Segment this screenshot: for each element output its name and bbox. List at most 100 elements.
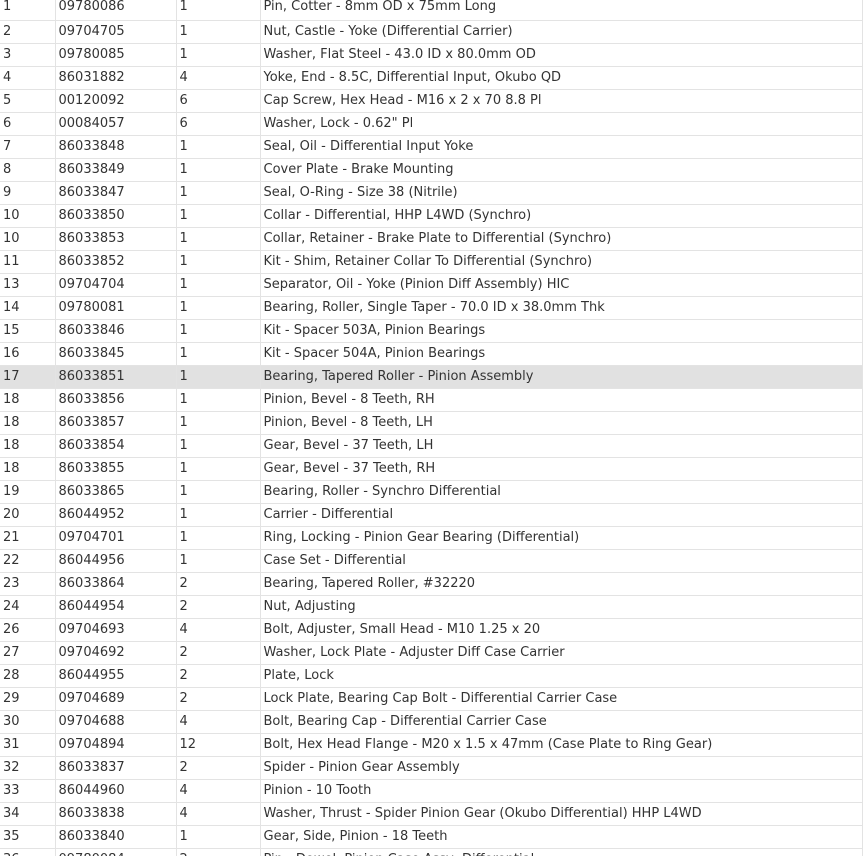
item-number-cell: 27	[0, 641, 56, 665]
table-row[interactable]: 6 00084057 6 Washer, Lock - 0.62" Pl	[0, 112, 863, 136]
description-cell: Lock Plate, Bearing Cap Bolt - Different…	[260, 687, 863, 711]
table-row[interactable]: 8 86033849 1 Cover Plate - Brake Mounting	[0, 158, 863, 182]
table-row[interactable]: 21 09704701 1 Ring, Locking - Pinion Gear B…	[0, 526, 863, 550]
description-cell: Kit - Spacer 503A, Pinion Bearings	[260, 319, 863, 343]
table-row[interactable]: 9 86033847 1 Seal, O-Ring - Size 38 (Nitril…	[0, 181, 863, 205]
part-number-cell: 86044952	[55, 503, 177, 527]
quantity-cell: 1	[176, 273, 261, 297]
item-number-cell: 33	[0, 779, 56, 803]
quantity-cell: 1	[176, 296, 261, 320]
description-cell: Plate, Lock	[260, 664, 863, 688]
table-row[interactable]: 18 86033854 1 Gear, Bevel - 37 Teeth, LH	[0, 434, 863, 458]
table-row[interactable]: 3 09780085 1 Washer, Flat Steel - 43.0 ID x…	[0, 43, 863, 67]
description-cell: Washer, Lock - 0.62" Pl	[260, 112, 863, 136]
quantity-cell: 1	[176, 549, 261, 573]
part-number-cell: 86033845	[55, 342, 177, 366]
quantity-cell: 2	[176, 687, 261, 711]
item-number-cell: 11	[0, 250, 56, 274]
table-row[interactable]: 18 86033856 1 Pinion, Bevel - 8 Teeth, RH	[0, 388, 863, 412]
table-row[interactable]: 17 86033851 1 Bearing, Tapered Roller - Pin…	[0, 365, 863, 389]
quantity-cell: 1	[176, 825, 261, 849]
description-cell: Yoke, End - 8.5C, Differential Input, Ok…	[260, 66, 863, 90]
table-row[interactable]: 29 09704689 2 Lock Plate, Bearing Cap Bolt …	[0, 687, 863, 711]
parts-list-body: 1 09780086 1 Pin, Cotter - 8mm OD x 75mm Lo…	[0, 0, 863, 856]
item-number-cell: 30	[0, 710, 56, 734]
quantity-cell: 1	[176, 158, 261, 182]
part-number-cell: 86033853	[55, 227, 177, 251]
part-number-cell: 09704692	[55, 641, 177, 665]
table-row[interactable]: 30 09704688 4 Bolt, Bearing Cap - Different…	[0, 710, 863, 734]
quantity-cell: 4	[176, 710, 261, 734]
table-row[interactable]: 4 86031882 4 Yoke, End - 8.5C, Differential…	[0, 66, 863, 90]
part-number-cell: 86033857	[55, 411, 177, 435]
part-number-cell: 86033852	[55, 250, 177, 274]
part-number-cell: 86033854	[55, 434, 177, 458]
part-number-cell: 86033849	[55, 158, 177, 182]
table-row[interactable]: 13 09704704 1 Separator, Oil - Yoke (Pinion…	[0, 273, 863, 297]
table-row[interactable]: 18 86033857 1 Pinion, Bevel - 8 Teeth, LH	[0, 411, 863, 435]
quantity-cell: 1	[176, 43, 261, 67]
quantity-cell: 2	[176, 848, 261, 856]
part-number-cell: 86044954	[55, 595, 177, 619]
table-row[interactable]: 10 86033853 1 Collar, Retainer - Brake Plat…	[0, 227, 863, 251]
item-number-cell: 15	[0, 319, 56, 343]
table-row[interactable]: 26 09704693 4 Bolt, Adjuster, Small Head - …	[0, 618, 863, 642]
table-row[interactable]: 32 86033837 2 Spider - Pinion Gear Assembly	[0, 756, 863, 780]
quantity-cell: 1	[176, 204, 261, 228]
quantity-cell: 2	[176, 664, 261, 688]
item-number-cell: 2	[0, 20, 56, 44]
item-number-cell: 28	[0, 664, 56, 688]
item-number-cell: 19	[0, 480, 56, 504]
table-row[interactable]: 20 86044952 1 Carrier - Differential	[0, 503, 863, 527]
table-row[interactable]: 14 09780081 1 Bearing, Roller, Single Taper…	[0, 296, 863, 320]
description-cell: Gear, Bevel - 37 Teeth, RH	[260, 457, 863, 481]
item-number-cell: 10	[0, 227, 56, 251]
description-cell: Collar, Retainer - Brake Plate to Differ…	[260, 227, 863, 251]
table-row[interactable]: 7 86033848 1 Seal, Oil - Differential Input…	[0, 135, 863, 159]
table-row[interactable]: 16 86033845 1 Kit - Spacer 504A, Pinion Bea…	[0, 342, 863, 366]
quantity-cell: 4	[176, 618, 261, 642]
table-row[interactable]: 2 09704705 1 Nut, Castle - Yoke (Differenti…	[0, 20, 863, 44]
quantity-cell: 1	[176, 250, 261, 274]
quantity-cell: 1	[176, 503, 261, 527]
quantity-cell: 2	[176, 641, 261, 665]
table-row[interactable]: 31 09704894 12 Bolt, Hex Head Flange - M20 …	[0, 733, 863, 757]
quantity-cell: 1	[176, 457, 261, 481]
table-row[interactable]: 33 86044960 4 Pinion - 10 Tooth	[0, 779, 863, 803]
table-row[interactable]: 15 86033846 1 Kit - Spacer 503A, Pinion Bea…	[0, 319, 863, 343]
part-number-cell: 09704693	[55, 618, 177, 642]
table-row[interactable]: 10 86033850 1 Collar - Differential, HHP L4…	[0, 204, 863, 228]
item-number-cell: 8	[0, 158, 56, 182]
quantity-cell: 4	[176, 66, 261, 90]
item-number-cell: 7	[0, 135, 56, 159]
part-number-cell: 86033838	[55, 802, 177, 826]
table-row[interactable]: 34 86033838 4 Washer, Thrust - Spider Pinio…	[0, 802, 863, 826]
quantity-cell: 2	[176, 572, 261, 596]
table-row[interactable]: 22 86044956 1 Case Set - Differential	[0, 549, 863, 573]
table-row[interactable]: 24 86044954 2 Nut, Adjusting	[0, 595, 863, 619]
table-row[interactable]: 18 86033855 1 Gear, Bevel - 37 Teeth, RH	[0, 457, 863, 481]
description-cell: Pin, Cotter - 8mm OD x 75mm Long	[260, 0, 863, 21]
part-number-cell: 86033840	[55, 825, 177, 849]
table-row[interactable]: 5 00120092 6 Cap Screw, Hex Head - M16 x 2 …	[0, 89, 863, 113]
description-cell: Pinion, Bevel - 8 Teeth, LH	[260, 411, 863, 435]
item-number-cell: 24	[0, 595, 56, 619]
table-row[interactable]: 35 86033840 1 Gear, Side, Pinion - 18 Teeth	[0, 825, 863, 849]
item-number-cell: 36	[0, 848, 56, 856]
item-number-cell: 31	[0, 733, 56, 757]
item-number-cell: 20	[0, 503, 56, 527]
table-row[interactable]: 27 09704692 2 Washer, Lock Plate - Adjuster…	[0, 641, 863, 665]
description-cell: Cover Plate - Brake Mounting	[260, 158, 863, 182]
table-row[interactable]: 23 86033864 2 Bearing, Tapered Roller, #322…	[0, 572, 863, 596]
table-row[interactable]: 19 86033865 1 Bearing, Roller - Synchro Dif…	[0, 480, 863, 504]
quantity-cell: 1	[176, 388, 261, 412]
table-row[interactable]: 1 09780086 1 Pin, Cotter - 8mm OD x 75mm Lo…	[0, 0, 863, 21]
quantity-cell: 1	[176, 342, 261, 366]
table-row[interactable]: 36097800842Pin - Dowel, Pinion Case Assy…	[0, 848, 863, 856]
table-row[interactable]: 11 86033852 1 Kit - Shim, Retainer Collar T…	[0, 250, 863, 274]
description-cell: Seal, O-Ring - Size 38 (Nitrile)	[260, 181, 863, 205]
description-cell: Collar - Differential, HHP L4WD (Synchro…	[260, 204, 863, 228]
table-row[interactable]: 28 86044955 2 Plate, Lock	[0, 664, 863, 688]
part-number-cell: 86033848	[55, 135, 177, 159]
quantity-cell: 1	[176, 526, 261, 550]
